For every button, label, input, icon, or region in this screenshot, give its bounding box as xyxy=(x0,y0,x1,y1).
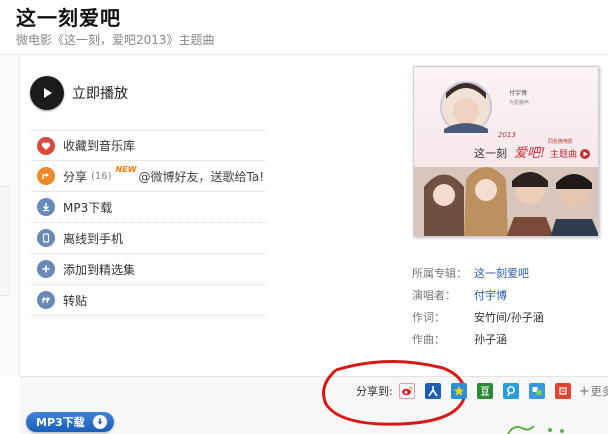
plus-icon xyxy=(37,260,55,278)
more-plus-icon: + xyxy=(578,384,590,399)
mp3-button-label: MP3下载 xyxy=(36,416,85,429)
add-playlist-label: 添加到精选集 xyxy=(63,262,136,277)
offline-to-phone-button[interactable]: 离线到手机 xyxy=(30,223,265,254)
composer-row: 作曲： 孙子涵 xyxy=(412,328,602,350)
svg-text:2013: 2013 xyxy=(498,131,516,139)
lyricist-key: 作词： xyxy=(412,311,445,324)
renren-icon[interactable] xyxy=(424,383,441,399)
album-key: 所属专辑： xyxy=(412,267,467,280)
repost-label: 转贴 xyxy=(63,293,88,308)
album-cover[interactable]: 付宇博 为爱献声 2013 这一刻 爱吧! 主题曲 同名微电影 xyxy=(413,66,599,237)
new-badge: NEW xyxy=(115,164,137,174)
lyricist-row: 作词： 安竹间/孙子涵 xyxy=(412,306,602,328)
heart-icon xyxy=(37,136,55,155)
phone-icon xyxy=(37,229,55,247)
share-count: (16) xyxy=(91,170,112,182)
svg-text:爱吧!: 爱吧! xyxy=(514,146,545,161)
left-panel-tab xyxy=(0,186,10,296)
share-to-bar: 分享到: +更多 xyxy=(356,383,608,399)
composer-key: 作曲： xyxy=(412,333,445,346)
svg-text:同名微电影: 同名微电影 xyxy=(548,138,573,145)
svg-text:付宇博: 付宇博 xyxy=(509,89,527,97)
add-to-playlist-button[interactable]: 添加到精选集 xyxy=(30,254,265,285)
netease-icon[interactable] xyxy=(554,383,571,399)
qzone-icon[interactable] xyxy=(450,383,467,399)
singer-row: 演唱者： 付宇博 xyxy=(412,284,602,306)
weibo-icon[interactable] xyxy=(398,383,415,399)
singer-link[interactable]: 付宇博 xyxy=(474,287,507,303)
header-divider xyxy=(0,54,608,55)
kaixin-icon[interactable] xyxy=(528,383,545,399)
share-to-label: 分享到: xyxy=(356,385,393,398)
share-label: 分享 xyxy=(63,169,88,184)
favorite-to-library-button[interactable]: 收藏到音乐库 xyxy=(30,130,265,161)
download-arrow-icon xyxy=(92,415,107,429)
share-promo-text: @微博好友，送歌给Ta! xyxy=(138,169,265,184)
mp3-download-label: MP3下载 xyxy=(63,200,113,215)
album-row: 所属专辑： 这一刻爱吧 xyxy=(412,262,602,284)
left-panel-edge xyxy=(0,56,20,376)
more-label: 更多 xyxy=(590,385,608,398)
repost-button[interactable]: 转贴 xyxy=(30,285,265,316)
song-subtitle: 微电影《这一刻，爱吧2013》主题曲 xyxy=(16,33,215,47)
favorite-label: 收藏到音乐库 xyxy=(63,139,136,153)
share-button[interactable]: 分享 (16) NEW @微博好友，送歌给Ta! xyxy=(30,161,265,192)
mp3-download-link[interactable]: MP3下载 xyxy=(30,192,265,223)
svg-text:为爱献声: 为爱献声 xyxy=(509,99,529,106)
mp3-download-button[interactable]: MP3下载 xyxy=(26,412,114,432)
album-link[interactable]: 这一刻爱吧 xyxy=(474,265,529,281)
song-info: 所属专辑： 这一刻爱吧 演唱者： 付宇博 作词： 安竹间/孙子涵 作曲： 孙子涵 xyxy=(412,262,602,350)
play-now-button[interactable]: 立即播放 xyxy=(30,76,128,110)
tqq-icon[interactable] xyxy=(502,383,519,399)
page-header: 这一刻爱吧 微电影《这一刻，爱吧2013》主题曲 xyxy=(0,0,608,56)
song-title: 这一刻爱吧 xyxy=(16,6,121,30)
svg-text:这一刻: 这一刻 xyxy=(474,146,507,160)
more-share-link[interactable]: +更多 xyxy=(579,383,608,399)
svg-text:主题曲: 主题曲 xyxy=(550,148,577,160)
play-now-label[interactable]: 立即播放 xyxy=(72,83,128,103)
offline-label: 离线到手机 xyxy=(63,231,124,246)
douban-icon[interactable] xyxy=(476,383,493,399)
lyricist-value: 安竹间/孙子涵 xyxy=(474,311,544,324)
download-icon xyxy=(37,198,55,216)
bottom-corner-decoration xyxy=(507,425,564,434)
share-icon xyxy=(37,167,55,185)
singer-key: 演唱者： xyxy=(412,289,456,302)
action-list: 收藏到音乐库 分享 (16) NEW @微博好友，送歌给Ta! MP3下载 离线… xyxy=(30,130,265,316)
play-icon[interactable] xyxy=(30,76,64,110)
quote-icon xyxy=(37,291,55,309)
composer-value: 孙子涵 xyxy=(474,333,507,346)
